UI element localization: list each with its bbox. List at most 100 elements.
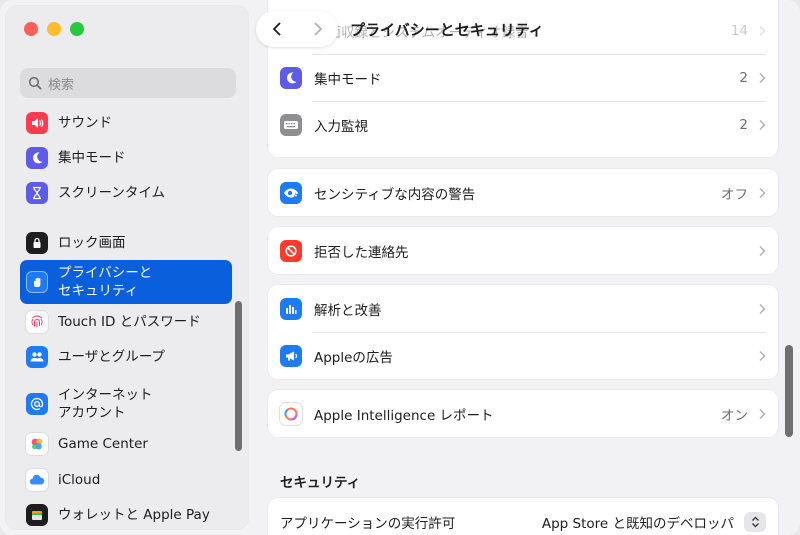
chevron-right-icon bbox=[759, 119, 766, 130]
settings-window: 検索 サウンド 集中モード スクリーンタイム ロック画面 プライバシーと セキュ… bbox=[0, 0, 800, 535]
row-label: 解析と改善 bbox=[314, 302, 382, 319]
lock-screen-icon bbox=[26, 232, 48, 254]
analytics-icon bbox=[280, 297, 302, 320]
chevron-right-icon bbox=[759, 408, 766, 419]
sidebar-item-lock-screen[interactable]: ロック画面 bbox=[20, 226, 232, 260]
security-section-title: セキュリティ bbox=[280, 475, 361, 491]
chevron-right-icon bbox=[759, 350, 766, 361]
search-icon bbox=[28, 76, 42, 90]
keyboard-icon bbox=[280, 113, 302, 136]
sidebar-item-touch-id[interactable]: Touch ID とパスワード bbox=[20, 304, 232, 340]
close-button[interactable] bbox=[24, 22, 38, 36]
row-label: 拒否した連絡先 bbox=[314, 244, 409, 261]
moon-icon bbox=[280, 66, 302, 89]
apple-intelligence-card: Apple Intelligence レポート オン bbox=[268, 390, 778, 437]
chevron-right-icon bbox=[313, 22, 322, 36]
fingerprint-icon bbox=[26, 311, 48, 333]
sidebar-item-label: ロック画面 bbox=[58, 235, 126, 251]
input-monitoring-row[interactable]: 入力監視 2 bbox=[268, 101, 778, 148]
focus-row[interactable]: 集中モード 2 bbox=[268, 54, 778, 101]
chevron-right-icon bbox=[759, 303, 766, 314]
apple-intelligence-row[interactable]: Apple Intelligence レポート オン bbox=[268, 390, 778, 437]
sidebar-item-label: サウンド bbox=[58, 115, 112, 131]
blocked-icon bbox=[280, 239, 302, 262]
row-label: Apple Intelligence レポート bbox=[314, 407, 494, 424]
sidebar-item-label: iCloud bbox=[58, 472, 101, 488]
sidebar-item-label: プライバシーと セキュリティ bbox=[58, 264, 152, 300]
analytics-ads-card: 解析と改善 Appleの広告 bbox=[268, 285, 778, 379]
label-line-1: プライバシーと bbox=[58, 265, 153, 281]
speaker-icon bbox=[26, 112, 48, 134]
analytics-row[interactable]: 解析と改善 bbox=[268, 285, 778, 332]
moon-icon bbox=[26, 147, 48, 169]
main-scrollbar[interactable] bbox=[785, 345, 793, 437]
sidebar-item-game-center[interactable]: Game Center bbox=[20, 426, 232, 462]
row-label: センシティブな内容の警告 bbox=[314, 186, 476, 203]
at-icon bbox=[26, 393, 48, 415]
app-permission-card: アプリケーションの実行許可 App Store と既知のデベロッパ bbox=[268, 498, 778, 535]
game-center-icon bbox=[26, 433, 48, 455]
minimize-button[interactable] bbox=[47, 22, 61, 36]
app-permission-value[interactable]: App Store と既知のデベロッパ bbox=[542, 512, 734, 532]
chevron-right-icon bbox=[759, 187, 766, 198]
row-value: 2 bbox=[739, 69, 748, 86]
row-label: 入力監視 bbox=[314, 118, 368, 135]
sidebar-nav: サウンド 集中モード スクリーンタイム ロック画面 プライバシーと セキュリティ… bbox=[20, 106, 232, 529]
chevron-right-icon bbox=[759, 72, 766, 83]
users-icon bbox=[26, 346, 48, 368]
sidebar-item-privacy-security[interactable]: プライバシーと セキュリティ bbox=[20, 260, 232, 304]
label-line-2: セキュリティ bbox=[58, 283, 139, 299]
forward-button[interactable] bbox=[297, 11, 338, 47]
eye-warning-icon bbox=[280, 181, 302, 204]
search-input[interactable]: 検索 bbox=[20, 68, 236, 98]
sidebar-item-sound[interactable]: サウンド bbox=[20, 106, 232, 140]
label-line-2: アカウント bbox=[58, 405, 126, 421]
megaphone-icon bbox=[280, 344, 302, 367]
chevron-right-icon bbox=[759, 245, 766, 256]
hand-icon bbox=[26, 271, 48, 293]
sidebar-item-label: Game Center bbox=[58, 436, 148, 452]
label-line-1: インターネット bbox=[58, 387, 153, 403]
sidebar-item-screen-time[interactable]: スクリーンタイム bbox=[20, 176, 232, 210]
apple-intelligence-icon bbox=[280, 402, 302, 425]
blocked-contacts-card: 拒否した連絡先 bbox=[268, 227, 778, 274]
row-label: アプリケーションの実行許可 bbox=[280, 515, 456, 532]
blocked-contacts-row[interactable]: 拒否した連絡先 bbox=[268, 227, 778, 274]
sensitive-content-card: センシティブな内容の警告 オフ bbox=[268, 169, 778, 216]
navigation-buttons bbox=[256, 11, 338, 47]
row-value: オフ bbox=[721, 186, 748, 203]
sidebar-item-label: 集中モード bbox=[58, 150, 126, 166]
main-pane: 画面収録とシステムオーディオ録音 14 集中モード 2 入力監視 2 センシティ… bbox=[248, 0, 800, 535]
sidebar-item-label: Touch ID とパスワード bbox=[58, 314, 201, 330]
sidebar-item-users-groups[interactable]: ユーザとグループ bbox=[20, 340, 232, 374]
row-value: 14 bbox=[730, 23, 748, 39]
sidebar-item-wallet[interactable]: ウォレットと Apple Pay bbox=[20, 498, 232, 529]
window-controls bbox=[24, 22, 84, 36]
sidebar-item-focus[interactable]: 集中モード bbox=[20, 140, 232, 176]
row-value: 2 bbox=[739, 116, 748, 133]
app-permission-row: アプリケーションの実行許可 App Store と既知のデベロッパ bbox=[268, 498, 778, 535]
sidebar: 検索 サウンド 集中モード スクリーンタイム ロック画面 プライバシーと セキュ… bbox=[6, 6, 248, 529]
row-label: Appleの広告 bbox=[314, 349, 393, 366]
sidebar-item-label: ユーザとグループ bbox=[58, 349, 165, 365]
popup-stepper-icon[interactable] bbox=[744, 511, 766, 532]
hourglass-icon bbox=[26, 182, 48, 204]
sensitive-content-row[interactable]: センシティブな内容の警告 オフ bbox=[268, 169, 778, 216]
cloud-icon bbox=[26, 469, 48, 491]
search-placeholder: 検索 bbox=[48, 77, 75, 93]
sidebar-scrollbar[interactable] bbox=[235, 301, 242, 451]
sidebar-item-label: インターネット アカウント bbox=[58, 386, 153, 422]
sidebar-item-internet-accounts[interactable]: インターネット アカウント bbox=[20, 382, 232, 426]
sidebar-item-label: スクリーンタイム bbox=[58, 185, 166, 201]
apple-ads-row[interactable]: Appleの広告 bbox=[268, 332, 778, 379]
window-title: プライバシーとセキュリティ bbox=[350, 21, 544, 39]
wallet-icon bbox=[26, 504, 48, 526]
zoom-button[interactable] bbox=[70, 22, 84, 36]
sidebar-item-label: ウォレットと Apple Pay bbox=[58, 507, 210, 523]
back-button[interactable] bbox=[256, 11, 297, 47]
chevron-left-icon bbox=[272, 22, 281, 36]
row-label: 集中モード bbox=[314, 71, 382, 88]
sidebar-item-icloud[interactable]: iCloud bbox=[20, 462, 232, 498]
chevron-right-icon bbox=[759, 25, 766, 37]
row-value: オン bbox=[721, 407, 748, 424]
